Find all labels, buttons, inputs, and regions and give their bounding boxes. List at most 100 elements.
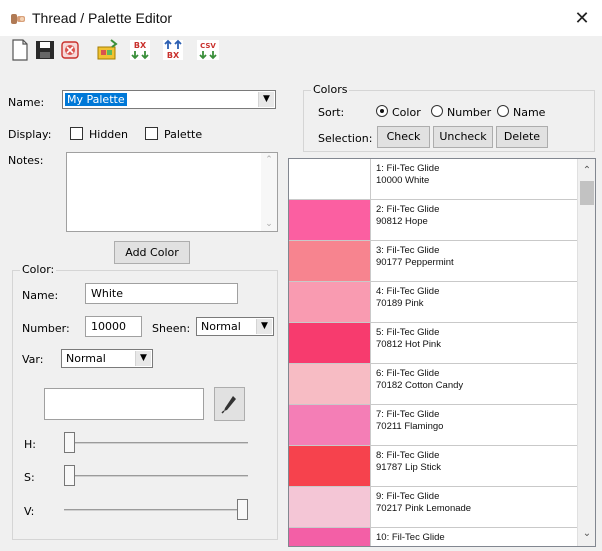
thread-code-name: 70182 Cotton Candy <box>376 380 464 391</box>
thread-title: 1: Fil-Tec Glide <box>376 163 440 174</box>
selection-label: Selection: <box>318 132 373 145</box>
thread-text: 6: Fil-Tec Glide 70182 Cotton Candy <box>376 368 463 392</box>
delete-palette-icon[interactable] <box>58 38 82 62</box>
thread-list-item[interactable]: 3: Fil-Tec Glide 90177 Peppermint <box>289 241 577 282</box>
notes-textarea[interactable]: ⌃ ⌄ <box>66 152 278 232</box>
palette-checkbox-label: Palette <box>164 128 203 141</box>
app-thread-icon <box>10 12 26 26</box>
thread-list-item[interactable]: 6: Fil-Tec Glide 70182 Cotton Candy <box>289 364 577 405</box>
thread-list[interactable]: 1: Fil-Tec Glide 10000 White 2: Fil-Tec Gl… <box>288 158 596 547</box>
hidden-checkbox-label: Hidden <box>89 128 129 141</box>
thread-title: 4: Fil-Tec Glide <box>376 286 440 297</box>
color-swatch <box>289 528 371 546</box>
palette-checkbox[interactable] <box>145 127 158 140</box>
notes-scrollbar[interactable]: ⌃ ⌄ <box>261 153 277 231</box>
color-swatch <box>289 446 371 486</box>
thread-code-name: 91787 Lip Stick <box>376 462 441 473</box>
scrollbar-thumb[interactable] <box>580 181 594 205</box>
v-slider-track[interactable] <box>64 509 248 511</box>
uncheck-button[interactable]: Uncheck <box>433 126 493 148</box>
window-title: Thread / Palette Editor <box>32 10 173 26</box>
thread-code-name: 10000 White <box>376 175 430 186</box>
s-slider-track[interactable] <box>64 475 248 477</box>
v-slider-thumb[interactable] <box>237 499 248 520</box>
thread-code-name: 90812 Hope <box>376 216 428 227</box>
chevron-down-icon[interactable]: ▼ <box>135 351 151 366</box>
h-label: H: <box>24 438 36 451</box>
chevron-down-icon[interactable]: ▼ <box>256 319 272 334</box>
thread-code-name: 70211 Flamingo <box>376 421 444 432</box>
thread-list-item[interactable]: 2: Fil-Tec Glide 90812 Hope <box>289 200 577 241</box>
thread-list-item[interactable]: 10: Fil-Tec Glide <box>289 528 577 546</box>
h-slider-thumb[interactable] <box>64 432 75 453</box>
thread-list-item[interactable]: 8: Fil-Tec Glide 91787 Lip Stick <box>289 446 577 487</box>
color-number-label: Number: <box>22 322 70 335</box>
color-swatch <box>289 487 371 527</box>
color-swatch <box>289 200 371 240</box>
sheen-value: Normal <box>201 320 241 333</box>
sheen-select[interactable]: Normal ▼ <box>196 317 274 336</box>
color-swatch <box>289 159 371 199</box>
palette-name-label: Name: <box>8 96 45 109</box>
export-csv-icon[interactable]: CSV <box>196 38 220 62</box>
thread-title: 8: Fil-Tec Glide <box>376 450 440 461</box>
thread-list-item[interactable]: 1: Fil-Tec Glide 10000 White <box>289 159 577 200</box>
svg-text:BX: BX <box>134 41 147 50</box>
colors-group-title: Colors <box>311 83 350 96</box>
color-swatch <box>289 364 371 404</box>
thread-text: 9: Fil-Tec Glide 70217 Pink Lemonade <box>376 491 471 515</box>
chevron-down-icon[interactable]: ▼ <box>258 92 274 107</box>
chevron-down-icon[interactable]: ⌄ <box>578 526 595 542</box>
import-bx-icon[interactable]: BX <box>161 38 185 62</box>
sort-name-label: Name <box>513 106 546 119</box>
chevron-up-icon[interactable]: ⌃ <box>578 163 595 179</box>
thread-list-item[interactable]: 7: Fil-Tec Glide 70211 Flamingo <box>289 405 577 446</box>
thread-text: 3: Fil-Tec Glide 90177 Peppermint <box>376 245 454 269</box>
color-swatch <box>289 323 371 363</box>
import-icon[interactable] <box>95 38 119 62</box>
svg-text:BX: BX <box>167 51 180 60</box>
chevron-down-icon[interactable]: ⌄ <box>261 219 277 229</box>
thread-text: 1: Fil-Tec Glide 10000 White <box>376 163 439 187</box>
export-bx-icon[interactable]: BX <box>128 38 152 62</box>
thread-text: 7: Fil-Tec Glide 70211 Flamingo <box>376 409 443 433</box>
thread-title: 7: Fil-Tec Glide <box>376 409 440 420</box>
close-button[interactable]: ✕ <box>566 6 598 32</box>
new-icon[interactable] <box>8 38 32 62</box>
sort-number-label: Number <box>447 106 492 119</box>
thread-list-scrollbar[interactable]: ⌃ ⌄ <box>577 159 595 546</box>
s-slider-thumb[interactable] <box>64 465 75 486</box>
color-number-value: 10000 <box>91 320 126 333</box>
thread-text: 4: Fil-Tec Glide 70189 Pink <box>376 286 439 310</box>
thread-code-name: 70217 Pink Lemonade <box>376 503 472 514</box>
sort-label: Sort: <box>318 106 345 119</box>
thread-list-item[interactable]: 4: Fil-Tec Glide 70189 Pink <box>289 282 577 323</box>
hidden-checkbox[interactable] <box>70 127 83 140</box>
sheen-label: Sheen: <box>152 322 191 335</box>
color-group-title: Color: <box>20 263 57 276</box>
eyedropper-button[interactable] <box>214 387 245 421</box>
var-select[interactable]: Normal ▼ <box>61 349 153 368</box>
check-button[interactable]: Check <box>377 126 430 148</box>
var-label: Var: <box>22 353 44 366</box>
thread-list-item[interactable]: 5: Fil-Tec Glide 70812 Hot Pink <box>289 323 577 364</box>
sort-color-radio[interactable] <box>376 105 388 117</box>
v-label: V: <box>24 505 35 518</box>
delete-button[interactable]: Delete <box>496 126 548 148</box>
thread-list-item[interactable]: 9: Fil-Tec Glide 70217 Pink Lemonade <box>289 487 577 528</box>
color-swatch <box>289 282 371 322</box>
color-number-field[interactable]: 10000 <box>85 316 142 337</box>
chevron-up-icon[interactable]: ⌃ <box>261 155 277 165</box>
thread-title: 9: Fil-Tec Glide <box>376 491 440 502</box>
palette-name-combo[interactable]: My Palette ▼ <box>62 90 276 109</box>
notes-label: Notes: <box>8 154 44 167</box>
sort-number-radio[interactable] <box>431 105 443 117</box>
sort-name-radio[interactable] <box>497 105 509 117</box>
add-color-button[interactable]: Add Color <box>114 241 190 264</box>
thread-text: 10: Fil-Tec Glide <box>376 532 445 544</box>
color-name-field[interactable]: White <box>85 283 238 304</box>
save-icon[interactable] <box>33 38 57 62</box>
h-slider-track[interactable] <box>64 442 248 444</box>
thread-code-name: 70189 Pink <box>376 298 424 309</box>
var-value: Normal <box>66 352 106 365</box>
